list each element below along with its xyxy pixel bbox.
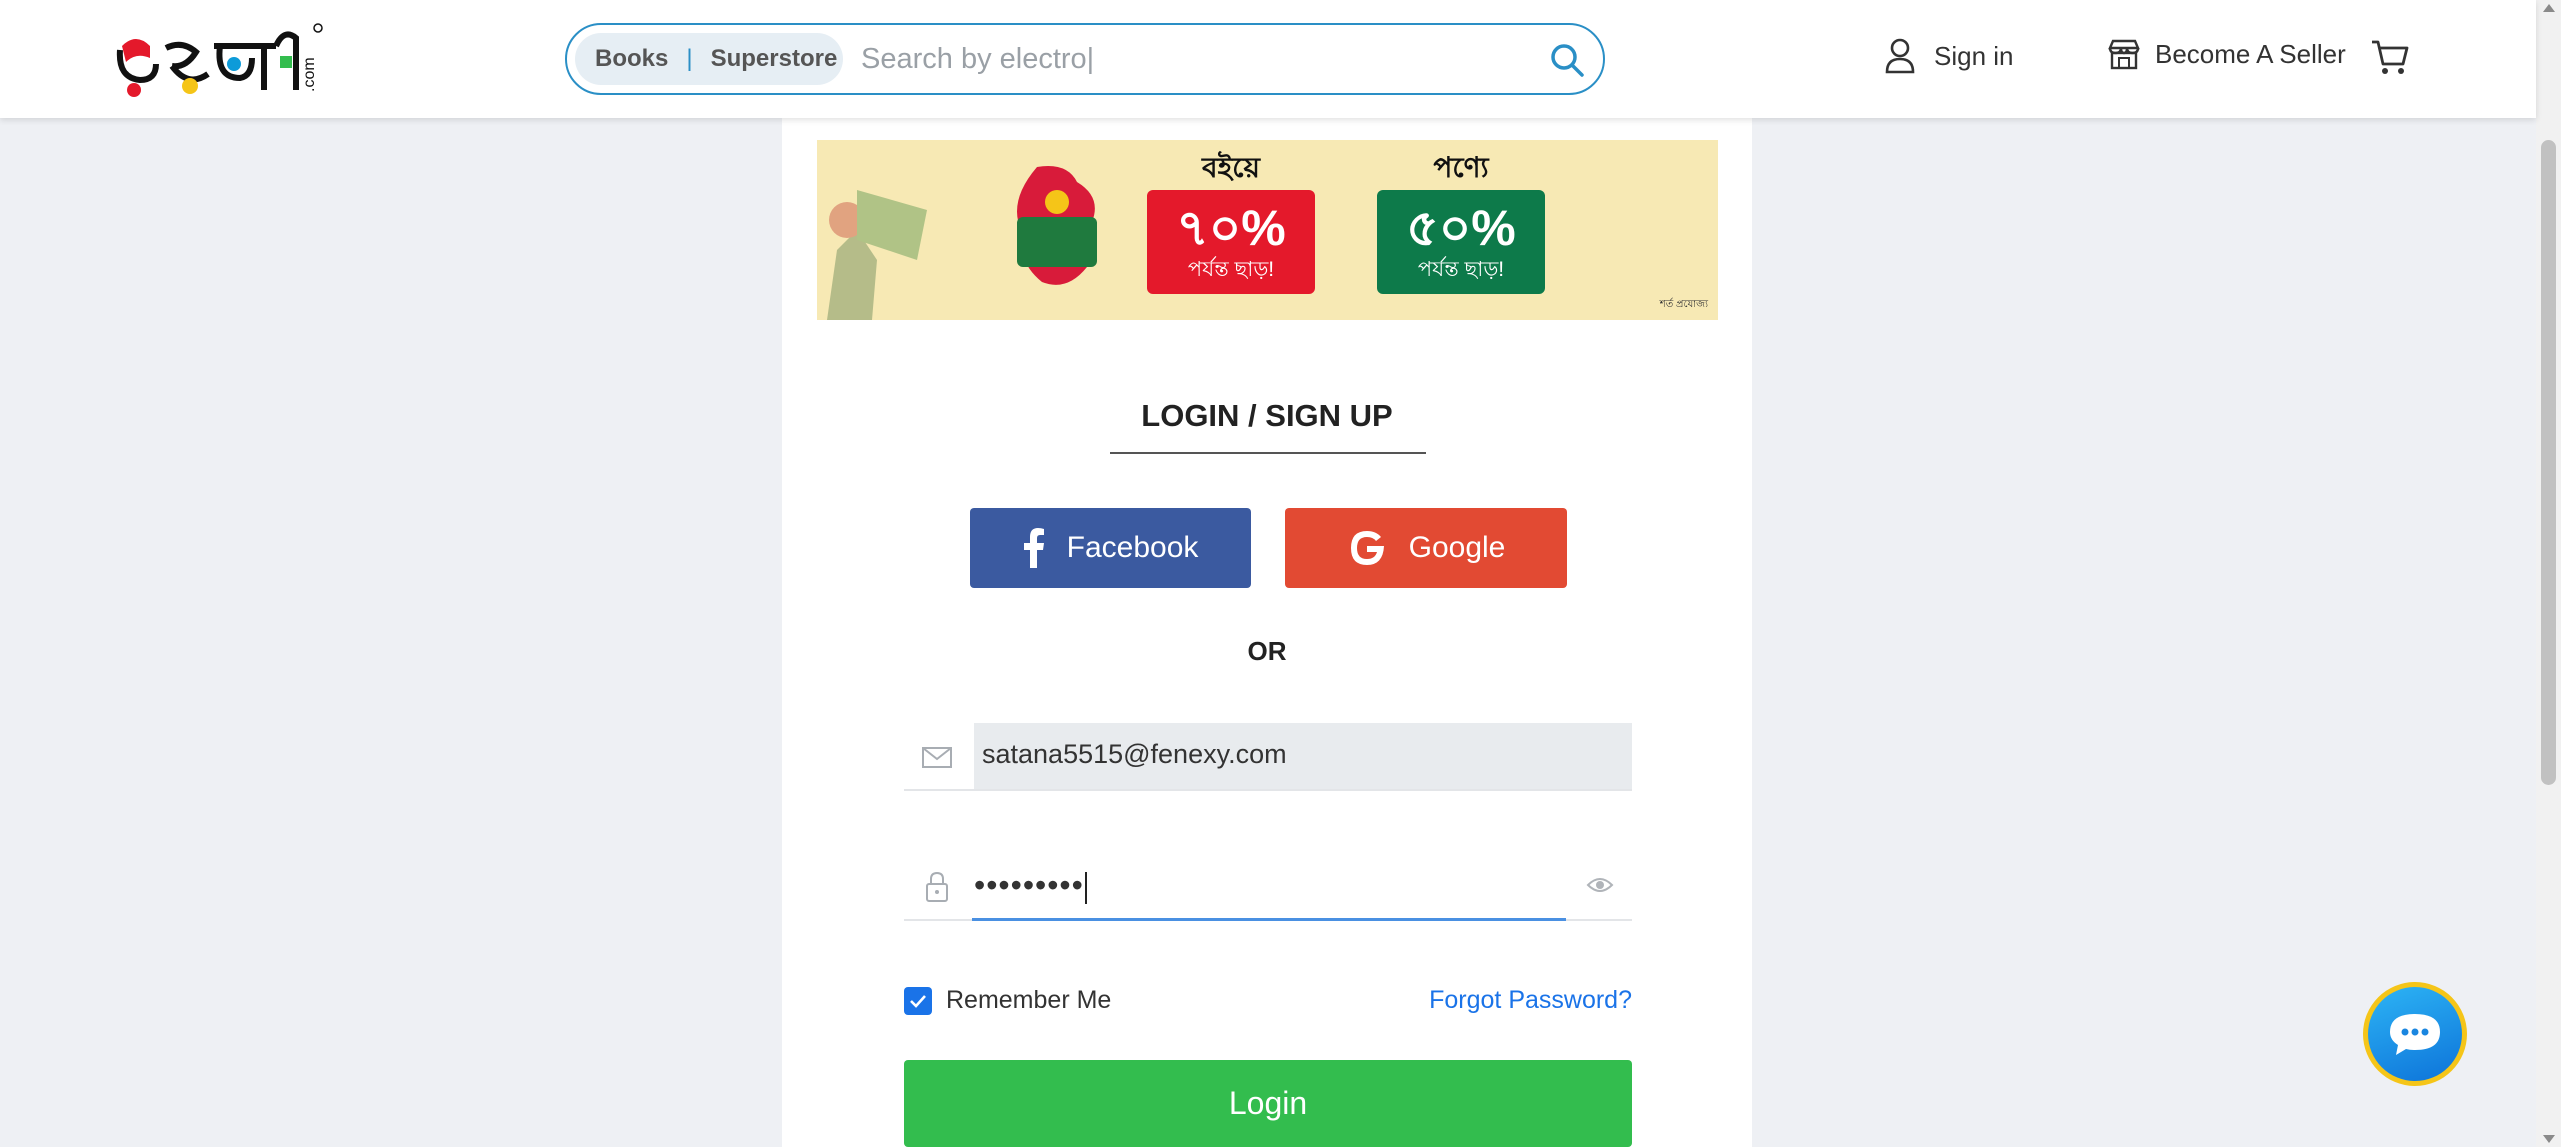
login-card: বইয়ে ৭০% পর্যন্ত ছাড়! পণ্যে ৫০% পর্যন্… [782, 118, 1752, 1147]
search-input[interactable]: Search by electro| [861, 43, 1094, 76]
promo-books-label: বইয়ে [1202, 152, 1260, 183]
scroll-down-arrow[interactable] [2543, 1135, 2555, 1143]
google-icon [1350, 531, 1384, 565]
category-books[interactable]: Books [595, 45, 668, 73]
password-input[interactable]: ••••••••• [972, 853, 1566, 921]
products-discount-promo: পণ্যে ৫০% পর্যন্ত ছাড়! [1377, 148, 1545, 294]
google-label: Google [1408, 531, 1506, 564]
mail-icon [922, 747, 952, 768]
password-dots: ••••••••• [974, 867, 1084, 903]
svg-text:.com: .com [301, 57, 318, 92]
become-seller-link[interactable]: Become A Seller [2107, 38, 2346, 70]
flag-illustration [827, 190, 927, 320]
books-discount-promo: বইয়ে ৭০% পর্যন্ত ছাড়! [1147, 148, 1315, 294]
eye-icon[interactable] [1586, 875, 1614, 895]
category-separator: | [686, 45, 693, 72]
chat-widget-button[interactable] [2363, 982, 2467, 1086]
logo-icon[interactable]: .com [116, 18, 326, 102]
email-field[interactable]: satana5515@fenexy.com [904, 723, 1632, 791]
top-header: .com Books | Superstore Search by electr… [0, 0, 2536, 118]
become-seller-label: Become A Seller [2155, 38, 2346, 69]
category-superstore[interactable]: Superstore [711, 45, 838, 73]
chat-icon [2390, 1014, 2440, 1055]
check-icon [910, 994, 926, 1008]
login-title: LOGIN / SIGN UP [1141, 398, 1393, 433]
scroll-thumb[interactable] [2541, 140, 2556, 785]
promo-footnote: শর্ত প্রযোজ্য [1659, 299, 1708, 310]
text-caret [1084, 871, 1087, 904]
bangladesh-map-illustration [1017, 166, 1097, 285]
promo-books-sub: পর্যন্ত ছাড়! [1187, 258, 1275, 281]
password-field[interactable]: ••••••••• [904, 853, 1632, 921]
remember-me-checkbox[interactable] [904, 986, 932, 1015]
sign-in-label: Sign in [1934, 40, 2014, 71]
user-icon [1885, 38, 1915, 74]
promo-products-value: ৫০% [1406, 200, 1516, 256]
promo-banner[interactable]: বইয়ে ৭০% পর্যন্ত ছাড়! পণ্যে ৫০% পর্যন্… [817, 140, 1718, 320]
facebook-login-button[interactable]: Facebook [970, 508, 1251, 588]
search-icon[interactable] [1549, 42, 1585, 78]
promo-books-value: ৭০% [1176, 200, 1286, 256]
promo-products-label: পণ্যে [1433, 152, 1489, 183]
lock-icon [926, 871, 948, 902]
remember-me[interactable]: Remember Me [904, 986, 1111, 1015]
remember-me-label: Remember Me [946, 986, 1112, 1014]
sign-in-link[interactable]: Sign in [1884, 38, 2014, 74]
google-login-button[interactable]: Google [1285, 508, 1567, 588]
store-icon [2108, 39, 2140, 70]
page-scrollbar[interactable] [2536, 0, 2561, 1147]
search-bar[interactable]: Books | Superstore Search by electro| [565, 23, 1605, 95]
facebook-label: Facebook [1066, 531, 1199, 564]
cart-icon[interactable] [2370, 38, 2410, 81]
promo-products-sub: পর্যন্ত ছাড়! [1417, 258, 1505, 281]
or-divider: OR [1247, 636, 1287, 666]
search-category-selector[interactable]: Books | Superstore [575, 33, 843, 85]
title-underline [1110, 452, 1426, 454]
facebook-icon [1023, 528, 1044, 568]
forgot-password-link[interactable]: Forgot Password? [1429, 986, 1632, 1015]
login-button[interactable]: Login [904, 1060, 1632, 1147]
scroll-up-arrow[interactable] [2543, 4, 2555, 12]
email-input[interactable]: satana5515@fenexy.com [974, 723, 1632, 789]
